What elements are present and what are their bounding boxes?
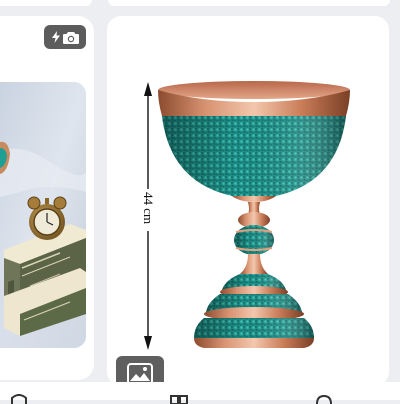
product-image-clock-books[interactable]	[0, 82, 86, 348]
camera-badge	[44, 25, 86, 49]
flash-icon	[51, 31, 60, 43]
search-icon[interactable]	[314, 394, 334, 404]
home-icon[interactable]	[10, 394, 28, 404]
previous-card-right[interactable]	[108, 0, 390, 6]
height-dimension-label: 44 cm	[141, 191, 156, 225]
bottom-navigation	[0, 382, 400, 404]
previous-card-left[interactable]	[0, 0, 92, 6]
grid-icon[interactable]	[170, 394, 188, 404]
camera-icon	[62, 31, 79, 44]
